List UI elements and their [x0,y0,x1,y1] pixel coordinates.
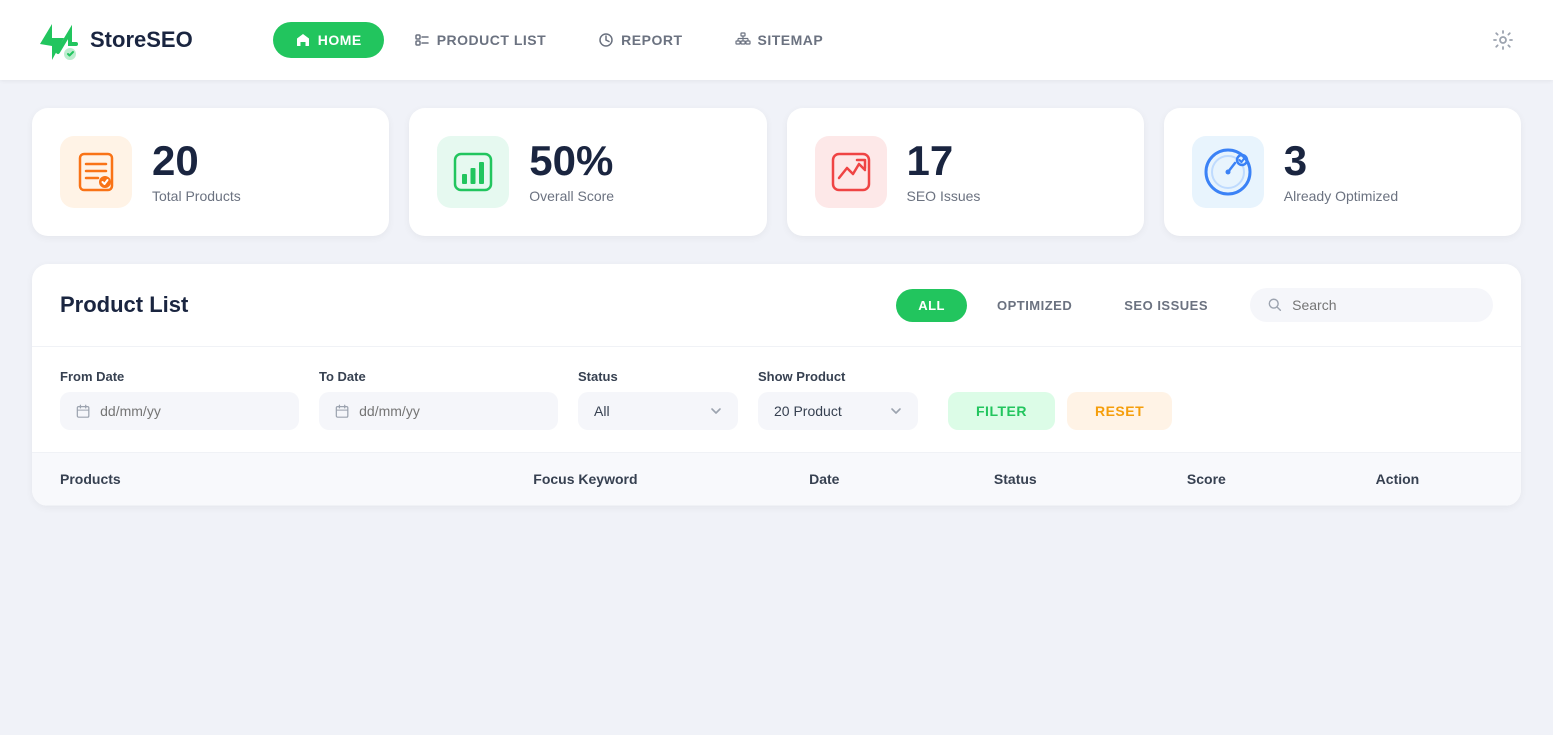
show-product-label: Show Product [758,369,918,384]
search-box [1250,288,1493,322]
col-header-status: Status [920,471,1111,487]
stat-card-total-products: 20 Total Products [32,108,389,236]
home-icon [295,32,311,48]
to-date-label: To Date [319,369,558,384]
product-list-section: Product List ALL OPTIMIZED SEO ISSUES Fr… [32,264,1521,506]
from-date-field[interactable] [100,403,283,419]
from-date-group: From Date [60,369,299,430]
filter-row: From Date To Date [32,347,1521,453]
total-products-label: Total Products [152,188,241,204]
header: StoreSEO HOME PRODUCT LIST REPORT [0,0,1553,80]
stat-card-overall-score: 50% Overall Score [409,108,766,236]
filter-button[interactable]: FILTER [948,392,1055,430]
col-header-date: Date [729,471,920,487]
nav-sitemap[interactable]: SITEMAP [713,22,846,58]
overall-score-info: 50% Overall Score [529,140,614,204]
product-list-title: Product List [60,292,188,318]
status-select[interactable]: All [578,392,738,430]
filter-tabs: ALL OPTIMIZED SEO ISSUES [896,289,1230,322]
nav-home[interactable]: HOME [273,22,384,58]
tab-all[interactable]: ALL [896,289,967,322]
col-header-focus-keyword: Focus Keyword [442,471,729,487]
table-header: Products Focus Keyword Date Status Score… [32,453,1521,506]
stat-card-already-optimized: 3 Already Optimized [1164,108,1521,236]
seo-issues-number: 17 [907,140,981,182]
overall-score-label: Overall Score [529,188,614,204]
calendar-icon [76,403,90,419]
header-right [1485,22,1521,58]
to-date-input[interactable] [319,392,558,430]
show-product-value: 20 Product [774,403,842,419]
already-optimized-icon [1201,145,1255,199]
seo-issues-icon [829,150,873,194]
already-optimized-info: 3 Already Optimized [1284,140,1398,204]
main-content: 20 Total Products 50% Overall Score [0,80,1553,534]
sitemap-icon [735,32,751,48]
main-nav: HOME PRODUCT LIST REPORT [273,22,1445,58]
show-product-select[interactable]: 20 Product [758,392,918,430]
filter-actions: FILTER RESET [948,370,1172,430]
tab-seo-issues[interactable]: SEO ISSUES [1102,289,1230,322]
search-input[interactable] [1292,297,1475,313]
total-products-icon [74,150,118,194]
chevron-down-icon [710,405,722,417]
search-icon [1268,297,1282,313]
overall-score-icon [451,150,495,194]
seo-issues-info: 17 SEO Issues [907,140,981,204]
total-products-info: 20 Total Products [152,140,241,204]
total-products-number: 20 [152,140,241,182]
show-product-group: Show Product 20 Product [758,369,918,430]
total-products-icon-container [60,136,132,208]
overall-score-number: 50% [529,140,614,182]
gear-icon [1492,29,1514,51]
chevron-down-icon-2 [890,405,902,417]
report-icon [598,32,614,48]
seo-issues-label: SEO Issues [907,188,981,204]
calendar-icon-2 [335,403,349,419]
stat-card-seo-issues: 17 SEO Issues [787,108,1144,236]
already-optimized-icon-container [1192,136,1264,208]
to-date-field[interactable] [359,403,542,419]
col-header-score: Score [1111,471,1302,487]
logo-text: StoreSEO [90,27,193,53]
status-group: Status All [578,369,738,430]
from-date-label: From Date [60,369,299,384]
nav-product-list[interactable]: PRODUCT LIST [392,22,568,58]
to-date-group: To Date [319,369,558,430]
logo: StoreSEO [32,16,193,64]
already-optimized-number: 3 [1284,140,1398,182]
storeseo-logo-icon [32,16,80,64]
tab-optimized[interactable]: OPTIMIZED [975,289,1094,322]
from-date-input[interactable] [60,392,299,430]
list-header: Product List ALL OPTIMIZED SEO ISSUES [32,264,1521,347]
status-value: All [594,403,610,419]
overall-score-icon-container [437,136,509,208]
reset-button[interactable]: RESET [1067,392,1172,430]
already-optimized-label: Already Optimized [1284,188,1398,204]
settings-button[interactable] [1485,22,1521,58]
status-label: Status [578,369,738,384]
stats-row: 20 Total Products 50% Overall Score [32,108,1521,236]
nav-report[interactable]: REPORT [576,22,704,58]
seo-issues-icon-container [815,136,887,208]
col-header-action: Action [1302,471,1493,487]
list-icon [414,32,430,48]
col-header-products: Products [60,471,442,487]
